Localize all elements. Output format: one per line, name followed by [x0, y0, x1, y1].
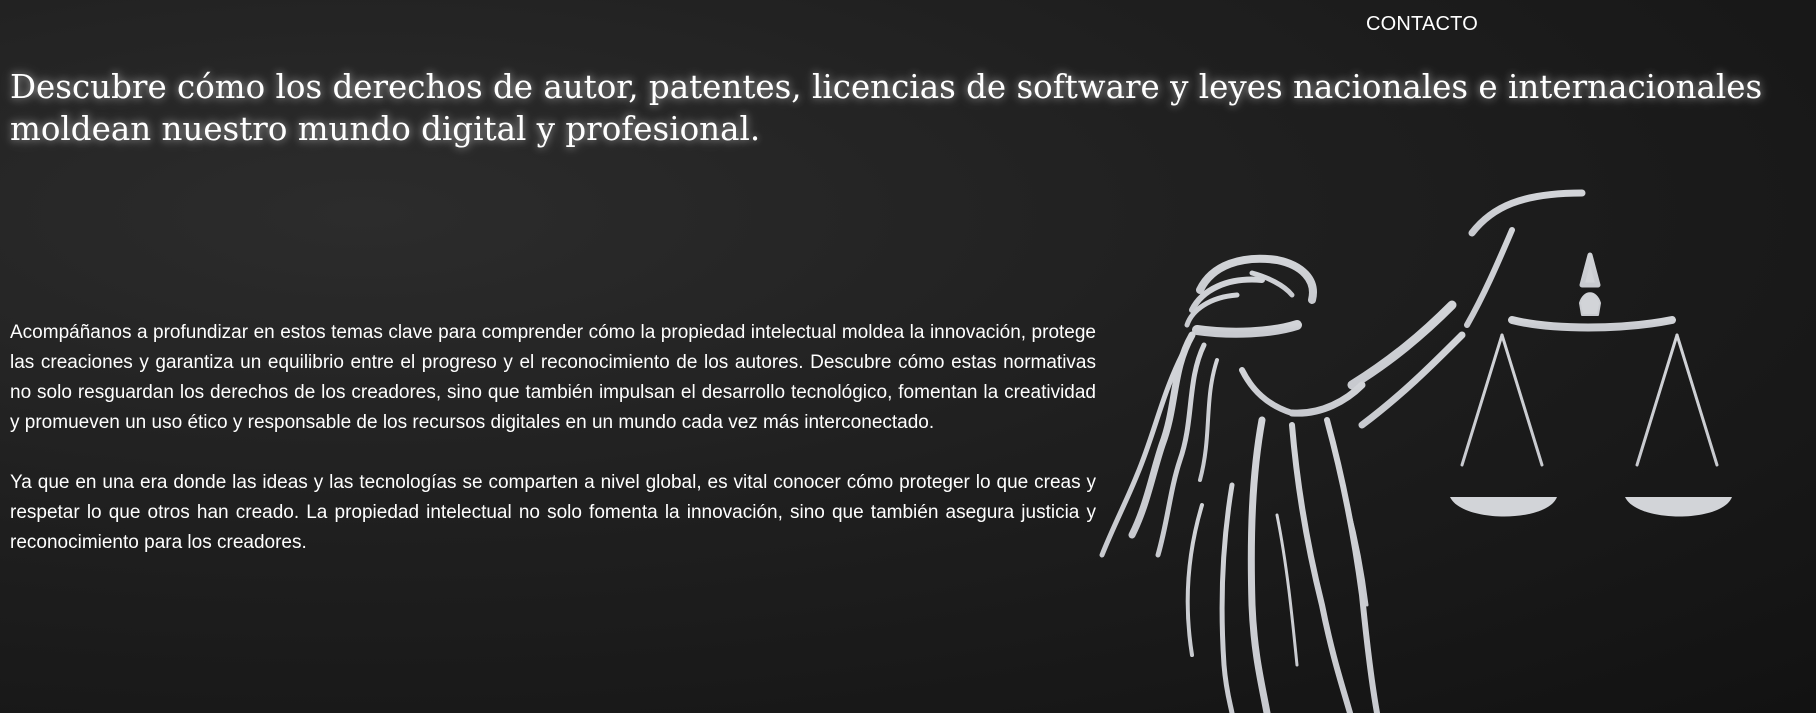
page-headline: Descubre cómo los derechos de autor, pat…	[10, 68, 1763, 148]
nav-contact-link[interactable]: CONTACTO	[1366, 13, 1478, 36]
intro-paragraph-2: Ya que en una era donde las ideas y las …	[10, 472, 1096, 553]
intro-paragraph-1: Acompáñanos a profundizar en estos temas…	[10, 322, 1096, 433]
intro-text-block: Acompáñanos a profundizar en estos temas…	[10, 318, 1096, 588]
lady-justice-icon	[1099, 189, 1732, 713]
